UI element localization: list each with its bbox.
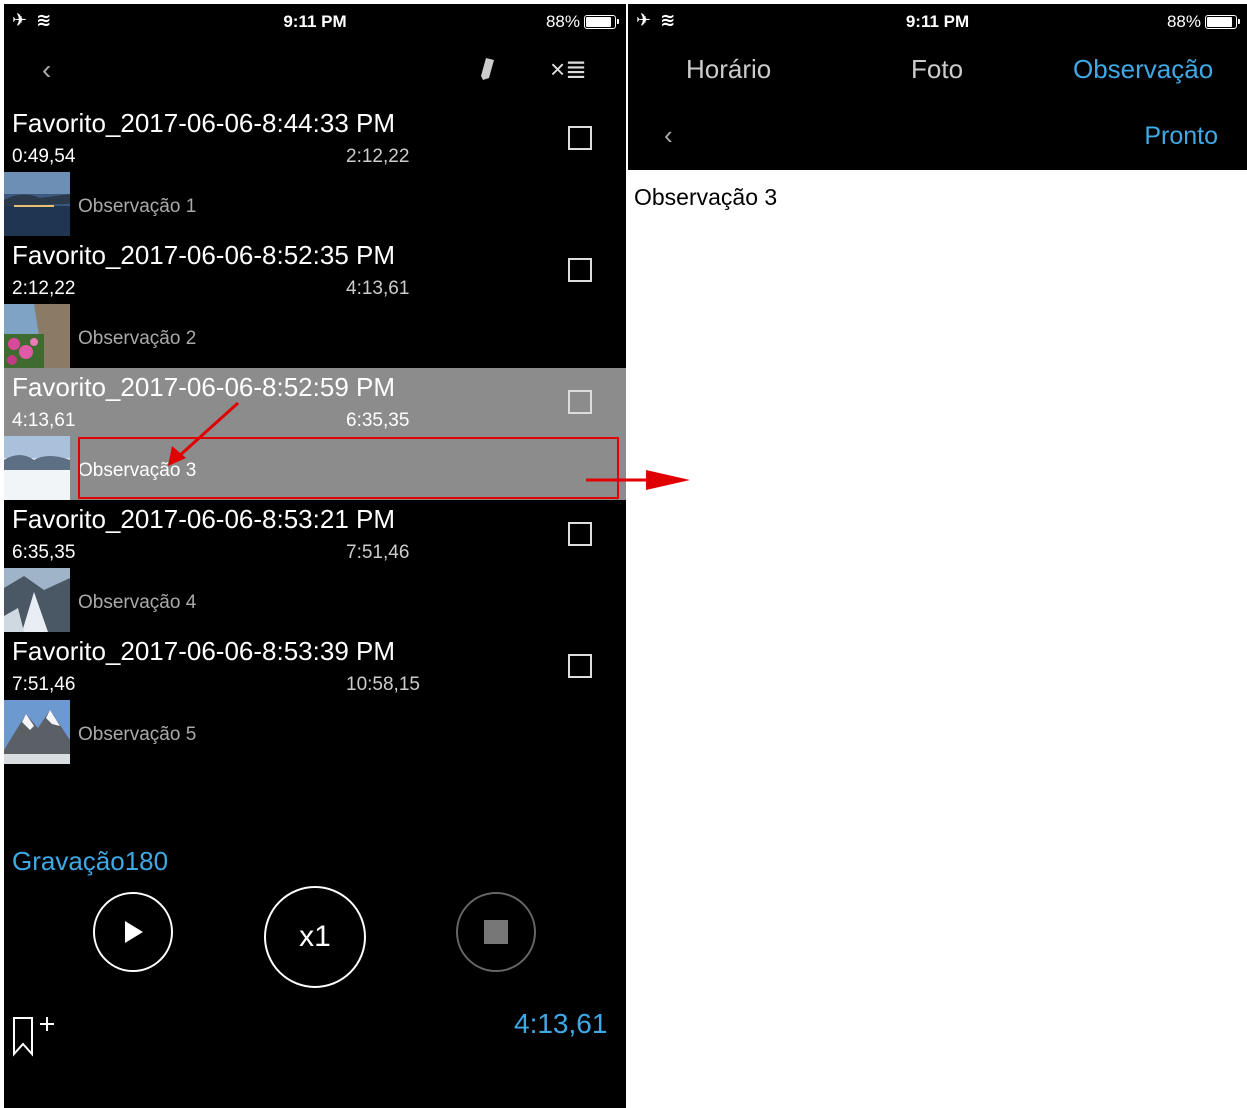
entry-end-time: 4:13,61 (346, 278, 410, 299)
entry-checkbox[interactable] (568, 654, 592, 678)
elapsed-time: 4:13,61 (514, 1008, 608, 1039)
entry-start-time: 2:12,22 (12, 278, 76, 299)
clear-list-button[interactable]: ×≣ (550, 54, 587, 85)
entry-title: Favorito_2017-06-06-8:52:35 PM (12, 240, 396, 270)
edit-pencil-icon[interactable] (478, 54, 498, 84)
flowers-photo-icon[interactable] (4, 304, 70, 368)
status-time: 9:11 PM (905, 12, 970, 31)
mountain-photo-icon[interactable] (4, 700, 70, 764)
status-bar: ✈ ≋ 9:11 PM 88% (4, 4, 626, 38)
entry-checkbox[interactable] (568, 390, 592, 414)
add-bookmark-icon[interactable] (10, 1014, 60, 1058)
entry-start-time: 7:51,46 (12, 674, 76, 695)
entry-end-time: 7:51,46 (346, 542, 410, 563)
battery-percent: 88% (545, 12, 580, 31)
entry-note: Observação 5 (78, 724, 197, 745)
playback-speed-button[interactable]: x1 (264, 886, 366, 988)
snow-clouds-photo-icon[interactable] (4, 436, 70, 500)
entry-note: Observação 1 (78, 196, 197, 217)
stop-button[interactable] (456, 892, 536, 972)
status-time: 9:11 PM (283, 12, 347, 31)
done-button[interactable]: Pronto (1144, 122, 1218, 151)
bookmark-list: Favorito_2017-06-06-8:44:33 PM 0:49,54 2… (4, 104, 626, 764)
segment-tabs: Horário Foto Observação (628, 38, 1247, 104)
entry-note: Observação 4 (78, 592, 197, 613)
battery-indicator: 88% (1166, 12, 1240, 32)
entry-start-time: 4:13,61 (12, 410, 76, 431)
recording-list-screen: ✈ ≋ 9:11 PM 88% ‹ ×≣ Favorito_2017-06-06… (4, 4, 626, 1108)
battery-percent: 88% (1166, 12, 1201, 31)
play-button[interactable] (93, 892, 173, 972)
night-harbor-photo-icon[interactable] (4, 172, 70, 236)
entry-note: Observação 2 (78, 328, 197, 349)
entry-title: Favorito_2017-06-06-8:44:33 PM (12, 108, 396, 138)
status-bar: ✈ ≋ 9:11 PM 88% (628, 4, 1247, 38)
battery-indicator: 88% (545, 12, 619, 32)
play-icon (125, 921, 143, 943)
editor-toolbar: ‹ Pronto (628, 104, 1247, 170)
back-button[interactable]: ‹ (42, 54, 51, 86)
entry-checkbox[interactable] (568, 258, 592, 282)
entry-start-time: 0:49,54 (12, 146, 76, 167)
battery-icon (1205, 15, 1240, 29)
recording-name: Gravação180 (12, 846, 169, 876)
entry-end-time: 6:35,35 (346, 410, 410, 431)
tab-horario[interactable]: Horário (686, 54, 771, 85)
list-item[interactable]: Favorito_2017-06-06-8:53:39 PM 7:51,46 1… (4, 632, 626, 764)
nav-bar: ‹ ×≣ (4, 44, 626, 96)
entry-end-time: 2:12,22 (346, 146, 410, 167)
stop-icon (484, 920, 508, 944)
glacier-photo-icon[interactable] (4, 568, 70, 632)
back-button[interactable]: ‹ (664, 120, 673, 151)
highlight-box (78, 437, 619, 499)
entry-checkbox[interactable] (568, 522, 592, 546)
entry-title: Favorito_2017-06-06-8:53:21 PM (12, 504, 396, 534)
note-text-area[interactable]: Observação 3 (634, 184, 777, 211)
list-item[interactable]: Favorito_2017-06-06-8:44:33 PM 0:49,54 2… (4, 104, 626, 236)
list-item[interactable]: Favorito_2017-06-06-8:53:21 PM 6:35,35 7… (4, 500, 626, 632)
note-editor-screen: ✈ ≋ 9:11 PM 88% Horário Foto Observação … (628, 4, 1247, 1108)
entry-title: Favorito_2017-06-06-8:52:59 PM (12, 372, 396, 402)
battery-icon (584, 15, 619, 29)
entry-start-time: 6:35,35 (12, 542, 76, 563)
tab-foto[interactable]: Foto (911, 54, 963, 85)
entry-title: Favorito_2017-06-06-8:53:39 PM (12, 636, 396, 666)
list-item[interactable]: Favorito_2017-06-06-8:52:35 PM 2:12,22 4… (4, 236, 626, 368)
entry-end-time: 10:58,15 (346, 674, 420, 695)
tab-observacao[interactable]: Observação (1073, 54, 1213, 85)
entry-checkbox[interactable] (568, 126, 592, 150)
